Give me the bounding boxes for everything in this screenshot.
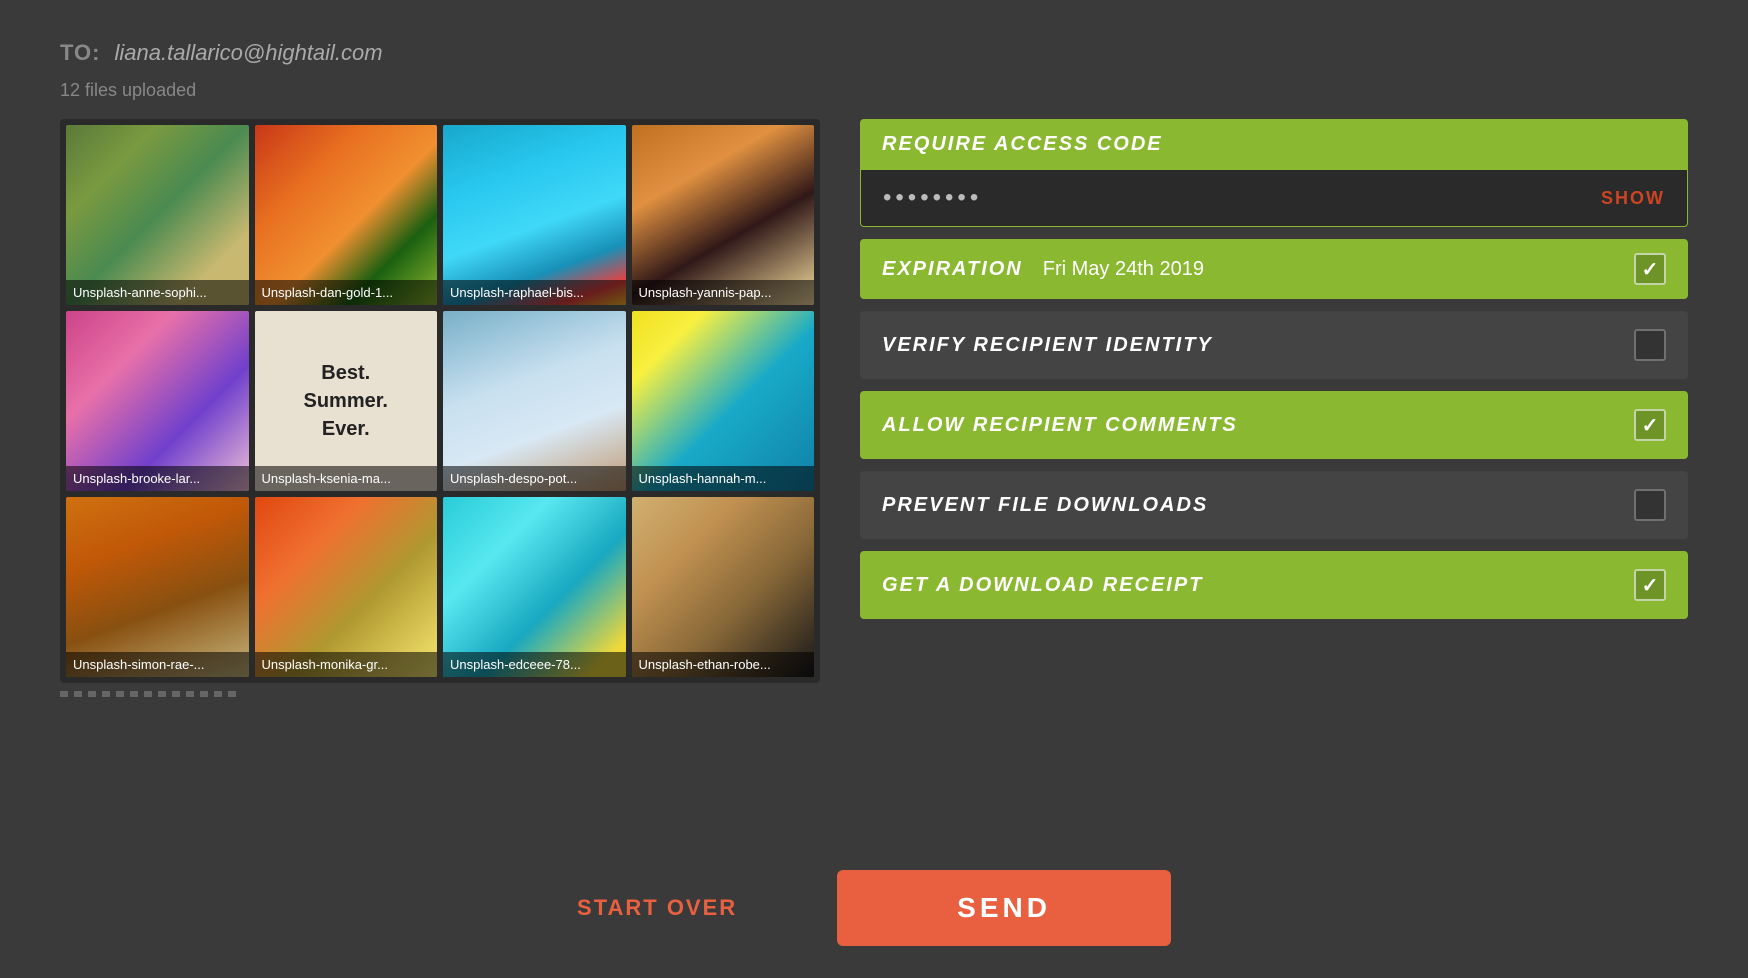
allow-comments-option[interactable]: ALLOW RECIPIENT COMMENTS ✓ — [860, 391, 1688, 459]
tile-text: Best.Summer.Ever. — [304, 359, 388, 443]
verify-identity-checkbox[interactable] — [1634, 329, 1666, 361]
list-item[interactable]: Unsplash-anne-sophi... — [66, 125, 249, 305]
to-label: TO: — [60, 40, 100, 66]
file-name: Unsplash-anne-sophi... — [66, 280, 249, 305]
file-grid-container: Unsplash-anne-sophi... Unsplash-dan-gold… — [60, 119, 820, 838]
file-name: Unsplash-hannah-m... — [632, 466, 815, 491]
checkmark-icon: ✓ — [1642, 573, 1659, 598]
access-code-input-row[interactable]: •••••••• SHOW — [861, 170, 1687, 226]
list-item[interactable]: Unsplash-raphael-bis... — [443, 125, 626, 305]
options-panel: REQUIRE ACCESS CODE •••••••• SHOW EXPIRA… — [860, 119, 1688, 838]
expiration-date: Fri May 24th 2019 — [1043, 258, 1204, 281]
allow-comments-checkbox[interactable]: ✓ — [1634, 409, 1666, 441]
verify-identity-header[interactable]: VERIFY RECIPIENT IDENTITY — [860, 311, 1688, 379]
access-code-option[interactable]: REQUIRE ACCESS CODE •••••••• SHOW — [860, 119, 1688, 227]
list-item[interactable]: Unsplash-dan-gold-1... — [255, 125, 438, 305]
file-name: Unsplash-dan-gold-1... — [255, 280, 438, 305]
checkmark-icon: ✓ — [1642, 257, 1659, 282]
file-name: Unsplash-simon-rae-... — [66, 652, 249, 677]
file-name: Unsplash-brooke-lar... — [66, 466, 249, 491]
start-over-button[interactable]: START OVER — [577, 895, 737, 921]
file-grid: Unsplash-anne-sophi... Unsplash-dan-gold… — [60, 119, 820, 683]
list-item[interactable]: Unsplash-brooke-lar... — [66, 311, 249, 491]
allow-comments-label: ALLOW RECIPIENT COMMENTS — [882, 414, 1238, 437]
list-item[interactable]: Best.Summer.Ever. Unsplash-ksenia-ma... — [255, 311, 438, 491]
file-name: Unsplash-monika-gr... — [255, 652, 438, 677]
download-receipt-checkbox[interactable]: ✓ — [1634, 569, 1666, 601]
list-item[interactable]: Unsplash-monika-gr... — [255, 497, 438, 677]
list-item[interactable]: Unsplash-ethan-robe... — [632, 497, 815, 677]
download-receipt-label: GET A DOWNLOAD RECEIPT — [882, 574, 1203, 597]
verify-identity-label: VERIFY RECIPIENT IDENTITY — [882, 334, 1213, 357]
expiration-checkbox[interactable]: ✓ — [1634, 253, 1666, 285]
prevent-downloads-checkbox[interactable] — [1634, 489, 1666, 521]
download-receipt-option[interactable]: GET A DOWNLOAD RECEIPT ✓ — [860, 551, 1688, 619]
content-row: Unsplash-anne-sophi... Unsplash-dan-gold… — [60, 119, 1688, 838]
expiration-label: EXPIRATION — [882, 258, 1023, 281]
checkmark-icon: ✓ — [1642, 413, 1659, 438]
send-button[interactable]: SEND — [837, 870, 1171, 946]
prevent-downloads-option[interactable]: PREVENT FILE DOWNLOADS — [860, 471, 1688, 539]
recipient-email: liana.tallarico@hightail.com — [114, 40, 382, 66]
verify-identity-option[interactable]: VERIFY RECIPIENT IDENTITY — [860, 311, 1688, 379]
bottom-bar: START OVER SEND — [0, 838, 1748, 978]
allow-comments-header[interactable]: ALLOW RECIPIENT COMMENTS ✓ — [860, 391, 1688, 459]
show-access-code-button[interactable]: SHOW — [1601, 188, 1665, 209]
download-receipt-header[interactable]: GET A DOWNLOAD RECEIPT ✓ — [860, 551, 1688, 619]
prevent-downloads-label: PREVENT FILE DOWNLOADS — [882, 494, 1208, 517]
files-count: 12 files uploaded — [60, 80, 1688, 101]
list-item[interactable]: Unsplash-despo-pot... — [443, 311, 626, 491]
access-code-label: REQUIRE ACCESS CODE — [882, 133, 1163, 156]
to-row: TO: liana.tallarico@hightail.com — [60, 40, 1688, 66]
list-item[interactable]: Unsplash-yannis-pap... — [632, 125, 815, 305]
prevent-downloads-header[interactable]: PREVENT FILE DOWNLOADS — [860, 471, 1688, 539]
file-name: Unsplash-yannis-pap... — [632, 280, 815, 305]
scroll-indicator — [60, 691, 240, 697]
list-item[interactable]: Unsplash-edceee-78... — [443, 497, 626, 677]
access-code-dots: •••••••• — [883, 184, 982, 212]
file-name: Unsplash-despo-pot... — [443, 466, 626, 491]
list-item[interactable]: Unsplash-hannah-m... — [632, 311, 815, 491]
expiration-option[interactable]: EXPIRATION Fri May 24th 2019 ✓ — [860, 239, 1688, 299]
file-name: Unsplash-ethan-robe... — [632, 652, 815, 677]
file-name: Unsplash-raphael-bis... — [443, 280, 626, 305]
expiration-content: EXPIRATION Fri May 24th 2019 — [882, 258, 1204, 281]
file-name: Unsplash-edceee-78... — [443, 652, 626, 677]
access-code-header[interactable]: REQUIRE ACCESS CODE — [860, 119, 1688, 170]
file-name: Unsplash-ksenia-ma... — [255, 466, 438, 491]
main-container: TO: liana.tallarico@hightail.com 12 file… — [0, 0, 1748, 838]
list-item[interactable]: Unsplash-simon-rae-... — [66, 497, 249, 677]
